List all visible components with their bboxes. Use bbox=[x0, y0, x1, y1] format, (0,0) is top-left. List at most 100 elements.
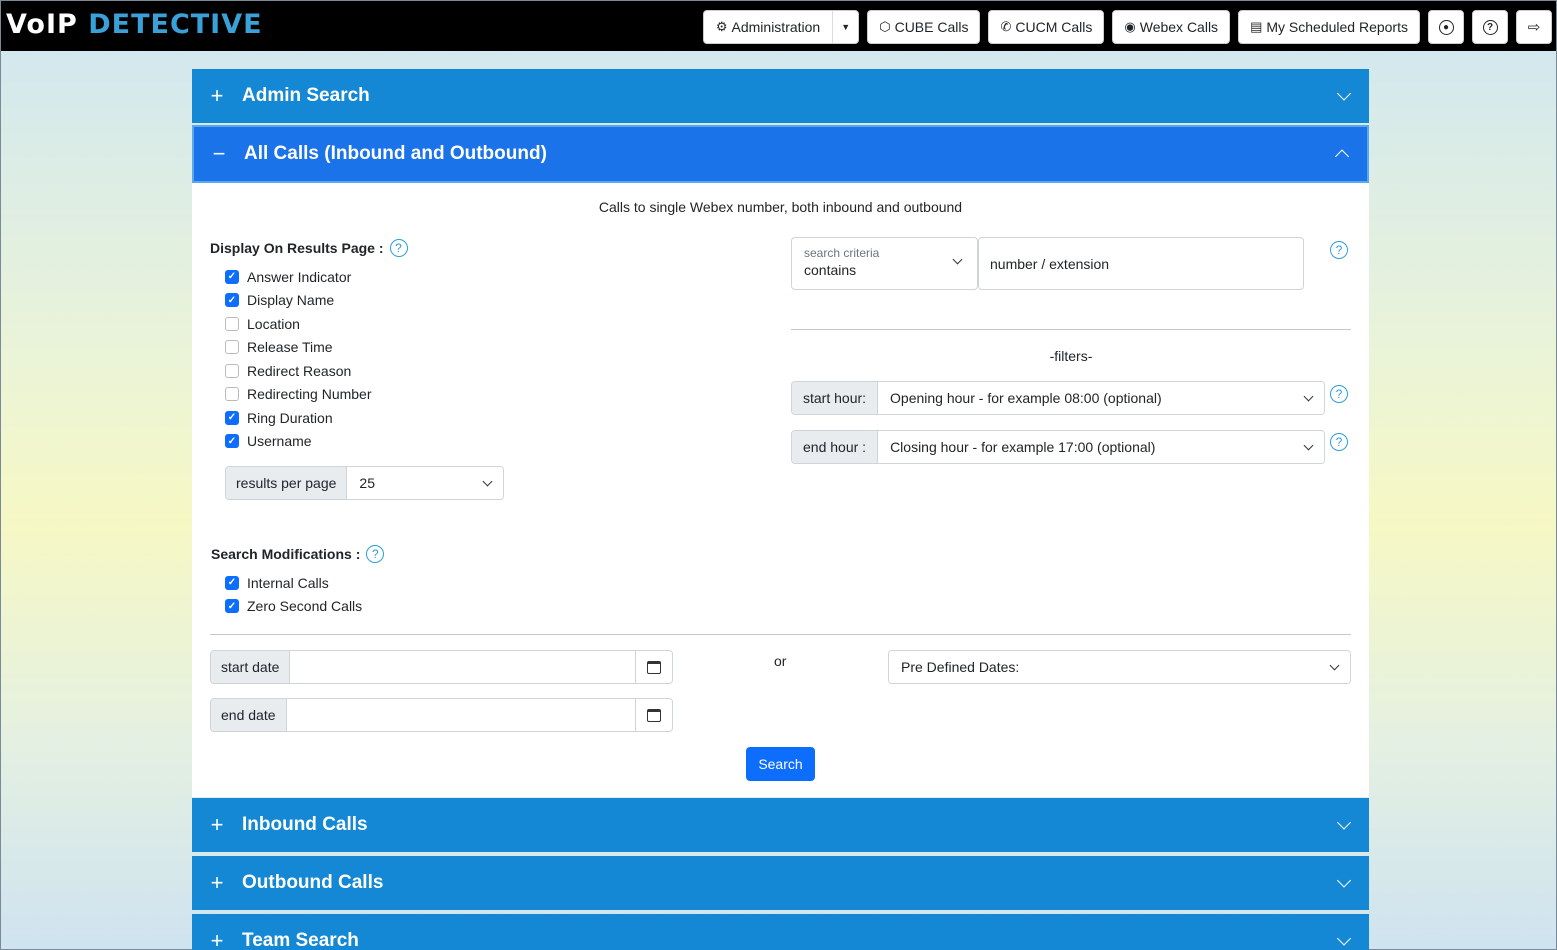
start-date-input[interactable] bbox=[290, 651, 635, 683]
chevron-down-icon bbox=[1336, 815, 1352, 830]
all-calls-panel: Calls to single Webex number, both inbou… bbox=[192, 183, 1369, 797]
logo-letter-v: V bbox=[6, 9, 27, 40]
search-criteria-value: contains bbox=[804, 262, 857, 278]
gear-icon: ⚙ bbox=[715, 19, 728, 34]
caret-down-icon[interactable]: ▼ bbox=[832, 11, 858, 43]
results-per-page-value: 25 bbox=[359, 475, 375, 491]
accordion-header-all-calls[interactable]: − All Calls (Inbound and Outbound) bbox=[192, 125, 1369, 183]
chevron-down-icon bbox=[1329, 660, 1340, 670]
cube-calls-label: CUBE Calls bbox=[894, 19, 969, 35]
cucm-calls-button[interactable]: ✆ CUCM Calls bbox=[988, 10, 1105, 44]
end-date-input[interactable] bbox=[286, 699, 635, 731]
help-icon[interactable]: ? bbox=[366, 545, 385, 563]
display-option-label: Location bbox=[247, 315, 300, 332]
logo-letter-o: o bbox=[26, 9, 46, 40]
number-extension-placeholder: number / extension bbox=[990, 255, 1110, 272]
checkbox-unchecked[interactable] bbox=[225, 340, 239, 355]
document-chart-icon: ▤ bbox=[1250, 19, 1263, 34]
end-date-group: end date bbox=[210, 698, 673, 732]
results-per-page-select[interactable]: 25 bbox=[347, 467, 503, 499]
chevron-down-icon bbox=[1303, 440, 1314, 450]
accordion-title-admin-search: Admin Search bbox=[242, 85, 370, 106]
top-navbar: VoIP DETECTIVE ⚙ Administration ▼ ⬡ CUBE… bbox=[1, 1, 1556, 51]
start-date-calendar-button[interactable] bbox=[635, 651, 672, 683]
accordion-admin-search[interactable]: + Admin Search bbox=[192, 69, 1369, 123]
accordion-header-inbound-calls[interactable]: + Inbound Calls bbox=[192, 798, 1369, 852]
predefined-dates-select[interactable]: Pre Defined Dates: bbox=[888, 650, 1351, 684]
checkbox-checked[interactable]: ✓ bbox=[225, 434, 239, 449]
accordion-team-search[interactable]: + Team Search bbox=[192, 914, 1369, 950]
administration-label: Administration bbox=[731, 19, 821, 35]
checkbox-checked[interactable]: ✓ bbox=[225, 410, 239, 425]
display-option[interactable]: ✓ Answer Indicator bbox=[225, 265, 372, 289]
administration-dropdown[interactable]: ⚙ Administration ▼ bbox=[702, 10, 860, 44]
display-option[interactable]: Redirect Reason bbox=[225, 359, 372, 383]
administration-button[interactable]: ⚙ Administration bbox=[704, 11, 832, 43]
help-icon[interactable]: ? bbox=[1330, 241, 1348, 259]
display-option[interactable]: ✓ Username bbox=[225, 430, 372, 454]
start-hour-label: start hour: bbox=[792, 382, 879, 414]
accordion-header-outbound-calls[interactable]: + Outbound Calls bbox=[192, 856, 1369, 910]
question-circle-icon: ? bbox=[1482, 19, 1498, 35]
divider bbox=[791, 329, 1351, 330]
display-option[interactable]: ✓ Ring Duration bbox=[225, 406, 372, 430]
webex-calls-button[interactable]: ◉ Webex Calls bbox=[1112, 10, 1231, 44]
display-option-label: Release Time bbox=[247, 339, 333, 356]
accordion-all-calls[interactable]: − All Calls (Inbound and Outbound) bbox=[192, 125, 1369, 183]
search-mod-option-label: Zero Second Calls bbox=[247, 598, 363, 615]
checkbox-unchecked[interactable] bbox=[225, 316, 239, 331]
box-icon: ⬡ bbox=[879, 19, 891, 34]
accordion-inbound-calls[interactable]: + Inbound Calls bbox=[192, 798, 1369, 852]
start-date-label: start date bbox=[211, 651, 291, 683]
checkbox-checked[interactable]: ✓ bbox=[225, 269, 239, 284]
record-circle-icon: ◉ bbox=[1124, 19, 1136, 34]
brand-logo[interactable]: VoIP DETECTIVE bbox=[6, 9, 263, 40]
cucm-calls-label: CUCM Calls bbox=[1015, 19, 1093, 35]
number-extension-input[interactable]: number / extension bbox=[978, 237, 1304, 290]
chevron-down-icon bbox=[482, 476, 493, 486]
accordion-header-team-search[interactable]: + Team Search bbox=[192, 914, 1369, 950]
predefined-dates-value: Pre Defined Dates: bbox=[901, 659, 1020, 675]
help-icon[interactable]: ? bbox=[1330, 385, 1348, 403]
help-icon[interactable]: ? bbox=[389, 239, 408, 257]
accordion-title-inbound-calls: Inbound Calls bbox=[242, 814, 368, 835]
end-hour-select[interactable]: Closing hour - for example 17:00 (option… bbox=[878, 431, 1324, 463]
display-options-heading: Display On Results Page : bbox=[210, 240, 384, 256]
filters-heading: -filters- bbox=[1049, 348, 1093, 364]
logo-detective: DETECTIVE bbox=[88, 9, 263, 40]
search-mod-option[interactable]: ✓ Zero Second Calls bbox=[225, 595, 362, 619]
accordion-title-outbound-calls: Outbound Calls bbox=[242, 872, 384, 893]
panel-description: Calls to single Webex number, both inbou… bbox=[598, 199, 963, 215]
search-modifications-list: ✓ Internal Calls ✓ Zero Second Calls bbox=[225, 571, 362, 618]
plus-icon: + bbox=[210, 812, 224, 837]
checkbox-unchecked[interactable] bbox=[225, 387, 239, 402]
results-per-page-group: results per page 25 bbox=[225, 466, 504, 500]
help-icon[interactable]: ? bbox=[1330, 433, 1348, 451]
scheduled-reports-button[interactable]: ▤ My Scheduled Reports bbox=[1238, 10, 1420, 44]
help-button[interactable]: ? bbox=[1472, 10, 1508, 44]
end-date-label: end date bbox=[211, 699, 287, 731]
plus-icon: + bbox=[210, 870, 224, 895]
end-hour-value: Closing hour - for example 17:00 (option… bbox=[890, 439, 1156, 455]
checkbox-checked[interactable]: ✓ bbox=[225, 293, 239, 308]
search-mod-option[interactable]: ✓ Internal Calls bbox=[225, 571, 362, 595]
display-option[interactable]: Release Time bbox=[225, 336, 372, 360]
checkbox-unchecked[interactable] bbox=[225, 363, 239, 378]
accordion-header-admin-search[interactable]: + Admin Search bbox=[192, 69, 1369, 123]
checkbox-checked[interactable]: ✓ bbox=[225, 599, 239, 614]
user-profile-button[interactable]: ● bbox=[1428, 10, 1464, 44]
display-option-label: Redirecting Number bbox=[247, 386, 372, 403]
accordion-outbound-calls[interactable]: + Outbound Calls bbox=[192, 856, 1369, 910]
display-option[interactable]: ✓ Display Name bbox=[225, 289, 372, 313]
logout-button[interactable]: ⇨ bbox=[1516, 10, 1552, 44]
search-button[interactable]: Search bbox=[746, 747, 815, 781]
or-label: or bbox=[774, 653, 787, 669]
end-date-calendar-button[interactable] bbox=[635, 699, 672, 731]
search-criteria-select[interactable]: search criteria contains bbox=[791, 237, 978, 290]
logout-icon: ⇨ bbox=[1527, 19, 1541, 36]
cube-calls-button[interactable]: ⬡ CUBE Calls bbox=[867, 10, 981, 44]
checkbox-checked[interactable]: ✓ bbox=[225, 575, 239, 590]
start-hour-select[interactable]: Opening hour - for example 08:00 (option… bbox=[878, 382, 1324, 414]
display-option[interactable]: Location bbox=[225, 312, 372, 336]
display-option[interactable]: Redirecting Number bbox=[225, 383, 372, 407]
